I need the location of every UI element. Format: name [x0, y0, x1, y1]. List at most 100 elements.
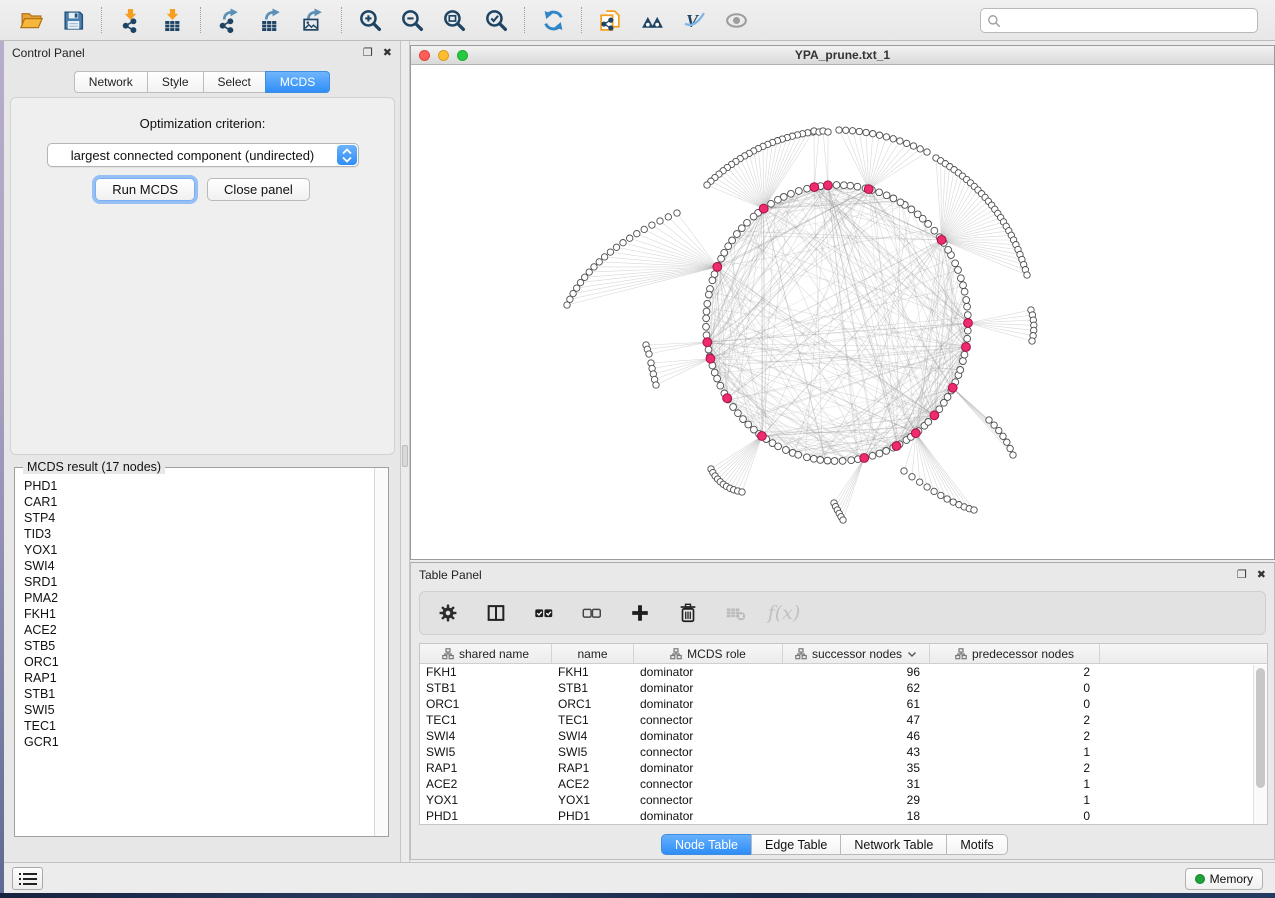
leaf-node[interactable] [840, 517, 846, 523]
mcds-hub-node[interactable] [723, 394, 732, 403]
network-node[interactable] [730, 404, 737, 411]
column-header-predecessor-nodes[interactable]: predecessor nodes [930, 644, 1100, 663]
leaf-node[interactable] [996, 427, 1002, 433]
leaf-node[interactable] [991, 422, 997, 428]
network-node[interactable] [908, 206, 915, 213]
network-node[interactable] [744, 219, 751, 226]
cell-successor-nodes[interactable]: 35 [783, 760, 930, 776]
mcds-hub-node[interactable] [759, 204, 768, 213]
search-input[interactable] [1005, 14, 1251, 28]
network-node[interactable] [963, 297, 970, 304]
mcds-hub-node[interactable] [758, 432, 767, 441]
cell-name[interactable]: ACE2 [552, 776, 634, 792]
table-row[interactable]: ORC1ORC1dominator610 [420, 696, 1267, 712]
network-node[interactable] [745, 421, 752, 428]
mcds-result-item[interactable]: SWI5 [24, 702, 373, 718]
cell-name[interactable]: ORC1 [552, 696, 634, 712]
cell-successor-nodes[interactable]: 31 [783, 776, 930, 792]
task-history-button[interactable] [12, 867, 43, 890]
mcds-hub-node[interactable] [948, 383, 957, 392]
network-node[interactable] [955, 267, 962, 274]
cell-predecessor-nodes[interactable]: 1 [930, 744, 1100, 760]
panel-splitter[interactable] [401, 41, 410, 862]
leaf-node[interactable] [836, 127, 842, 133]
network-node[interactable] [847, 182, 854, 189]
network-node[interactable] [734, 231, 741, 238]
mcds-hub-node[interactable] [706, 354, 715, 363]
cell-predecessor-nodes[interactable]: 2 [930, 760, 1100, 776]
cell-predecessor-nodes[interactable]: 0 [930, 808, 1100, 824]
network-node[interactable] [960, 358, 967, 365]
toolbar-refresh-button[interactable] [537, 4, 569, 36]
leaf-node[interactable] [665, 214, 671, 220]
network-node[interactable] [883, 448, 890, 455]
network-node[interactable] [960, 282, 967, 289]
cell-successor-nodes[interactable]: 61 [783, 696, 930, 712]
toolbar-zoom-selected-button[interactable] [480, 4, 512, 36]
leaf-node[interactable] [627, 235, 633, 241]
mcds-hub-node[interactable] [864, 185, 873, 194]
toolbar-share-document-button[interactable] [594, 4, 626, 36]
table-row[interactable]: SWI5SWI5connector431 [420, 744, 1267, 760]
cell-successor-nodes[interactable]: 96 [783, 664, 930, 680]
table-row[interactable]: TEC1TEC1connector472 [420, 712, 1267, 728]
table-row[interactable]: STB1STB1dominator620 [420, 680, 1267, 696]
network-node[interactable] [914, 211, 921, 218]
mcds-hub-node[interactable] [911, 429, 920, 438]
network-node[interactable] [945, 246, 952, 253]
search-box[interactable] [980, 8, 1258, 33]
toolbar-vizmapper-button[interactable]: V [678, 4, 710, 36]
tab-network-table[interactable]: Network Table [840, 834, 946, 855]
network-node[interactable] [964, 327, 971, 334]
cell-MCDS-role[interactable]: dominator [634, 808, 783, 824]
cell-MCDS-role[interactable]: connector [634, 792, 783, 808]
cell-predecessor-nodes[interactable]: 2 [930, 728, 1100, 744]
leaf-node[interactable] [674, 210, 680, 216]
leaf-node[interactable] [890, 136, 896, 142]
tab-motifs[interactable]: Motifs [946, 834, 1007, 855]
toolbar-export-network-button[interactable] [213, 4, 245, 36]
network-node[interactable] [788, 190, 795, 197]
network-node[interactable] [750, 213, 757, 220]
cell-shared-name[interactable]: ACE2 [420, 776, 552, 792]
network-node[interactable] [714, 375, 721, 382]
toolbar-open-file-button[interactable] [15, 4, 47, 36]
table-add-row-button[interactable] [628, 601, 652, 625]
mcds-result-item[interactable]: YOX1 [24, 542, 373, 558]
mcds-list-scrollbar[interactable] [374, 468, 388, 836]
toolbar-import-network-button[interactable] [114, 4, 146, 36]
leaf-node[interactable] [897, 138, 903, 144]
network-node[interactable] [740, 416, 747, 423]
mcds-result-item[interactable]: STB5 [24, 638, 373, 654]
minimize-window-button[interactable] [438, 50, 449, 61]
leaf-node[interactable] [657, 218, 663, 224]
leaf-node[interactable] [649, 222, 655, 228]
toolbar-search-network-button[interactable] [636, 4, 668, 36]
leaf-node[interactable] [917, 146, 923, 152]
mcds-result-item[interactable]: PHD1 [24, 478, 373, 494]
network-node[interactable] [795, 451, 802, 458]
leaf-node[interactable] [883, 134, 889, 140]
tab-network[interactable]: Network [74, 71, 147, 93]
maximize-window-button[interactable] [457, 50, 468, 61]
cell-shared-name[interactable]: FKH1 [420, 664, 552, 680]
network-node[interactable] [768, 200, 775, 207]
mcds-hub-node[interactable] [860, 454, 869, 463]
leaf-node[interactable] [863, 129, 869, 135]
cell-name[interactable]: PHD1 [552, 808, 634, 824]
mcds-hub-node[interactable] [892, 442, 901, 451]
network-node[interactable] [944, 394, 951, 401]
leaf-node[interactable] [917, 479, 923, 485]
network-node[interactable] [717, 382, 724, 389]
mcds-hub-node[interactable] [964, 319, 973, 328]
network-node[interactable] [824, 457, 831, 464]
leaf-node[interactable] [938, 492, 944, 498]
network-node[interactable] [804, 454, 811, 461]
table-row[interactable]: RAP1RAP1dominator352 [420, 760, 1267, 776]
network-node[interactable] [738, 225, 745, 232]
network-node[interactable] [804, 185, 811, 192]
network-node[interactable] [841, 182, 848, 189]
cell-successor-nodes[interactable]: 47 [783, 712, 930, 728]
close-window-button[interactable] [419, 50, 430, 61]
leaf-node[interactable] [1004, 439, 1010, 445]
